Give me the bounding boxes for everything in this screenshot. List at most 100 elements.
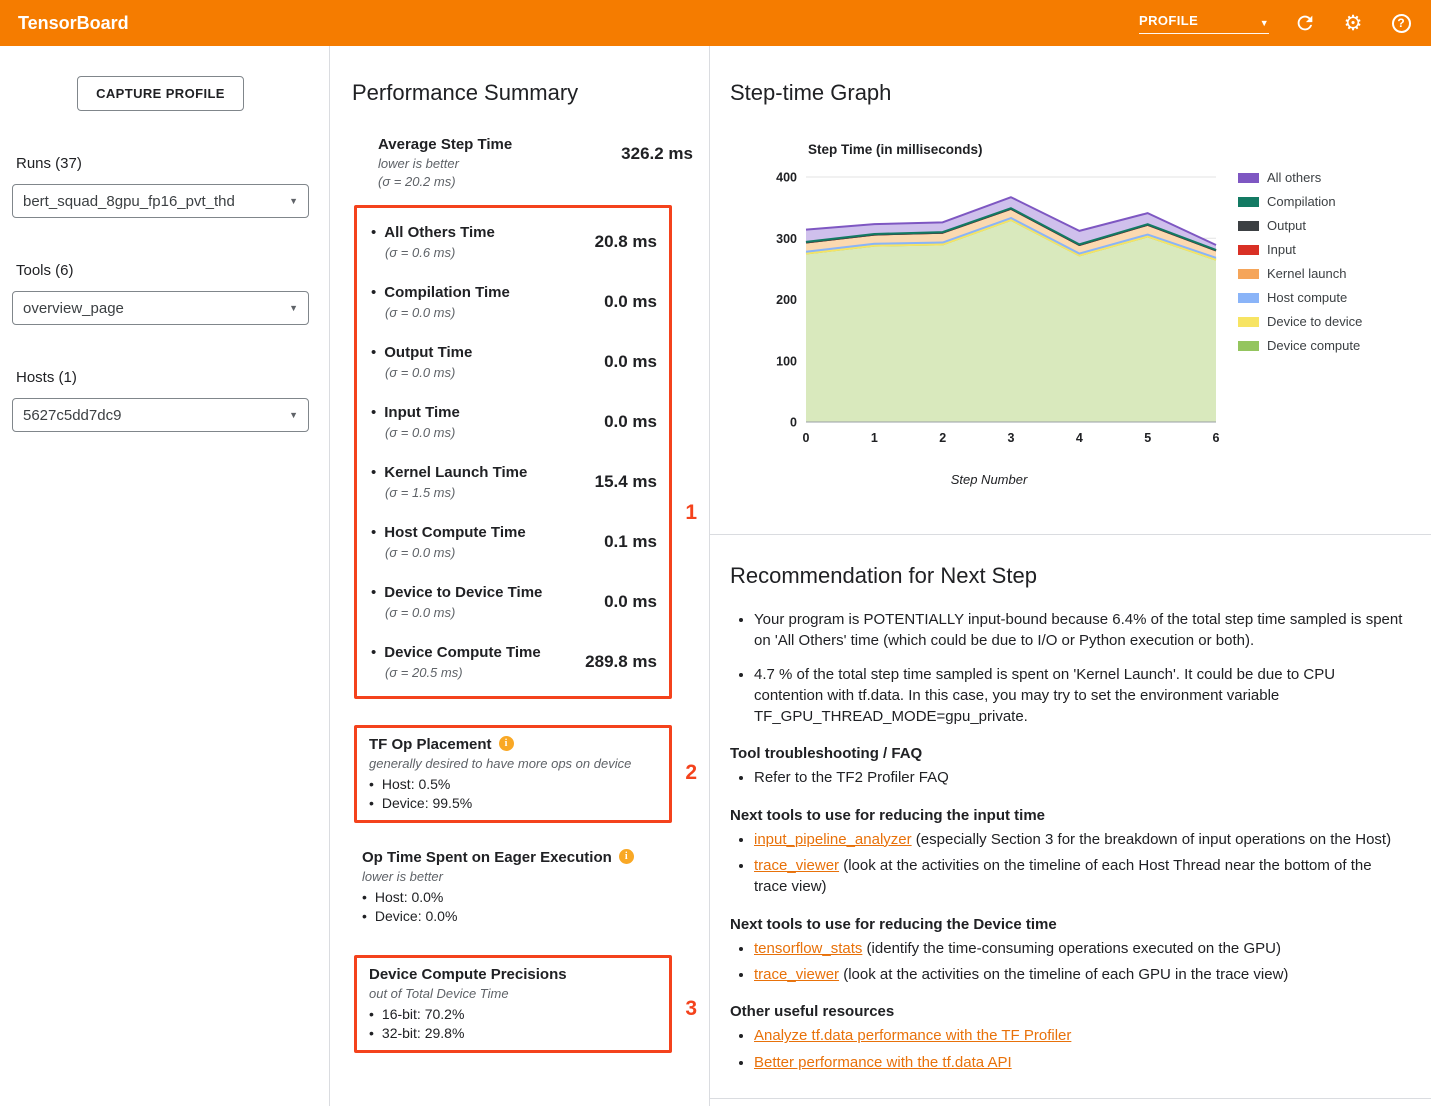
runs-label: Runs (37)	[16, 155, 309, 172]
list-item: Host: 0.0%	[362, 887, 709, 906]
chart-legend: All others Compilation Output Input Kernel l…	[1238, 170, 1362, 487]
legend-label: All others	[1267, 170, 1321, 185]
runs-select-value: bert_squad_8gpu_fp16_pvt_thd	[23, 193, 235, 210]
metric-label: Host Compute Time	[365, 524, 526, 541]
refresh-icon[interactable]	[1293, 11, 1317, 35]
tfdata-api-link[interactable]: Better performance with the tf.data API	[754, 1054, 1012, 1071]
legend-item[interactable]: Device compute	[1238, 338, 1362, 353]
metric-row-all-others: All Others Time (σ = 0.6 ms) 20.8 ms	[357, 212, 669, 272]
average-step-time-sigma: (σ = 20.2 ms)	[378, 174, 512, 189]
tensorboard-app: TensorBoard PROFILE ▼ ⚙ ? CAPTURE PROFIL…	[0, 0, 1431, 1106]
trace-viewer-gpu-link[interactable]: trace_viewer	[754, 966, 839, 983]
tools-select-value: overview_page	[23, 300, 124, 317]
metric-row-host-compute: Host Compute Time (σ = 0.0 ms) 0.1 ms	[357, 512, 669, 572]
annotation-box-3: 3 Device Compute Precisions out of Total…	[354, 955, 672, 1053]
legend-label: Host compute	[1267, 290, 1347, 305]
trace-viewer-host-link[interactable]: trace_viewer	[754, 857, 839, 874]
annotation-number-3: 3	[685, 997, 697, 1021]
legend-swatch	[1238, 293, 1259, 303]
svg-text:1: 1	[871, 431, 878, 445]
metric-row-compilation: Compilation Time (σ = 0.0 ms) 0.0 ms	[357, 272, 669, 332]
other-resources-list: Analyze tf.data performance with the TF …	[730, 1025, 1407, 1073]
svg-text:200: 200	[776, 293, 797, 307]
hosts-select[interactable]: 5627c5dd7dc9 ▼	[12, 398, 309, 432]
help-icon[interactable]: ?	[1389, 11, 1413, 35]
gear-glyph: ⚙	[1344, 13, 1363, 34]
input-pipeline-analyzer-link[interactable]: input_pipeline_analyzer	[754, 831, 912, 848]
metric-row-device-to-device: Device to Device Time (σ = 0.0 ms) 0.0 m…	[357, 572, 669, 632]
step-time-chart: 01002003004000123456	[754, 167, 1224, 457]
average-step-time-value: 326.2 ms	[621, 144, 693, 164]
svg-text:6: 6	[1213, 431, 1220, 445]
section-title-faq: Tool troubleshooting / FAQ	[730, 745, 1407, 762]
legend-item[interactable]: Kernel launch	[1238, 266, 1362, 281]
metric-value: 20.8 ms	[595, 232, 657, 252]
legend-item[interactable]: Device to device	[1238, 314, 1362, 329]
metric-label: Compilation Time	[365, 284, 510, 301]
recommendation-title: Recommendation for Next Step	[730, 563, 1407, 589]
svg-text:2: 2	[939, 431, 946, 445]
recommendation-bullet: Your program is POTENTIALLY input-bound …	[754, 609, 1407, 652]
tensorflow-stats-link[interactable]: tensorflow_stats	[754, 940, 862, 957]
metric-sigma: (σ = 0.0 ms)	[385, 305, 510, 320]
tf-op-placement-note: generally desired to have more ops on de…	[369, 756, 659, 771]
svg-text:100: 100	[776, 354, 797, 368]
metric-value: 0.0 ms	[604, 292, 657, 312]
device-compute-precisions-title: Device Compute Precisions	[369, 966, 659, 983]
legend-item[interactable]: Output	[1238, 218, 1362, 233]
annotation-number-2: 2	[685, 761, 697, 785]
tfdata-performance-link[interactable]: Analyze tf.data performance with the TF …	[754, 1027, 1071, 1044]
faq-item-text: Refer to the TF2 Profiler FAQ	[754, 769, 949, 786]
legend-label: Kernel launch	[1267, 266, 1347, 281]
device-compute-precisions-list: 16-bit: 70.2% 32-bit: 29.8%	[369, 1004, 659, 1042]
help-question-glyph: ?	[1392, 14, 1411, 33]
metric-sigma: (σ = 0.0 ms)	[385, 605, 542, 620]
legend-swatch	[1238, 197, 1259, 207]
eager-execution-block: Op Time Spent on Eager Execution lower i…	[362, 849, 709, 925]
legend-item[interactable]: Input	[1238, 242, 1362, 257]
runs-select[interactable]: bert_squad_8gpu_fp16_pvt_thd ▼	[12, 184, 309, 218]
info-icon[interactable]	[619, 849, 634, 864]
info-icon[interactable]	[499, 736, 514, 751]
legend-label: Device to device	[1267, 314, 1362, 329]
legend-swatch	[1238, 173, 1259, 183]
chevron-down-icon: ▼	[289, 410, 298, 420]
metric-label: Input Time	[365, 404, 460, 421]
legend-swatch	[1238, 269, 1259, 279]
list-item: input_pipeline_analyzer (especially Sect…	[754, 829, 1407, 850]
metric-label: Kernel Launch Time	[365, 464, 527, 481]
faq-list: Refer to the TF2 Profiler FAQ	[730, 767, 1407, 788]
capture-profile-button[interactable]: CAPTURE PROFILE	[77, 76, 244, 111]
tools-select[interactable]: overview_page ▼	[12, 291, 309, 325]
metric-row-output: Output Time (σ = 0.0 ms) 0.0 ms	[357, 332, 669, 392]
legend-item[interactable]: Compilation	[1238, 194, 1362, 209]
legend-label: Output	[1267, 218, 1306, 233]
annotation-box-1: 1 All Others Time (σ = 0.6 ms) 20.8 ms C…	[354, 205, 672, 699]
average-step-time-row: Average Step Time lower is better (σ = 2…	[352, 136, 709, 189]
settings-gear-icon[interactable]: ⚙	[1341, 11, 1365, 35]
metric-sigma: (σ = 0.6 ms)	[385, 245, 495, 260]
svg-text:4: 4	[1076, 431, 1083, 445]
svg-text:3: 3	[1008, 431, 1015, 445]
average-step-time-label: Average Step Time	[378, 136, 512, 153]
metric-breakdown-list: All Others Time (σ = 0.6 ms) 20.8 ms Com…	[357, 208, 669, 696]
chevron-down-icon: ▼	[289, 303, 298, 313]
metric-row-input: Input Time (σ = 0.0 ms) 0.0 ms	[357, 392, 669, 452]
list-item: Analyze tf.data performance with the TF …	[754, 1025, 1407, 1046]
chevron-down-icon: ▼	[289, 196, 298, 206]
legend-label: Compilation	[1267, 194, 1336, 209]
legend-item[interactable]: All others	[1238, 170, 1362, 185]
svg-text:0: 0	[803, 431, 810, 445]
x-axis-label: Step Number	[754, 472, 1224, 487]
item-rest-text: (look at the activities on the timeline …	[754, 857, 1372, 895]
metric-value: 0.0 ms	[604, 412, 657, 432]
list-item: 32-bit: 29.8%	[369, 1023, 659, 1042]
svg-text:300: 300	[776, 232, 797, 246]
section-title-input-tools: Next tools to use for reducing the input…	[730, 807, 1407, 824]
legend-item[interactable]: Host compute	[1238, 290, 1362, 305]
chart-title: Step Time (in milliseconds)	[808, 142, 1224, 157]
metric-label: Device Compute Time	[365, 644, 541, 661]
annotation-number-1: 1	[685, 501, 697, 525]
metric-sigma: (σ = 0.0 ms)	[385, 365, 472, 380]
dashboard-select[interactable]: PROFILE ▼	[1139, 13, 1269, 34]
